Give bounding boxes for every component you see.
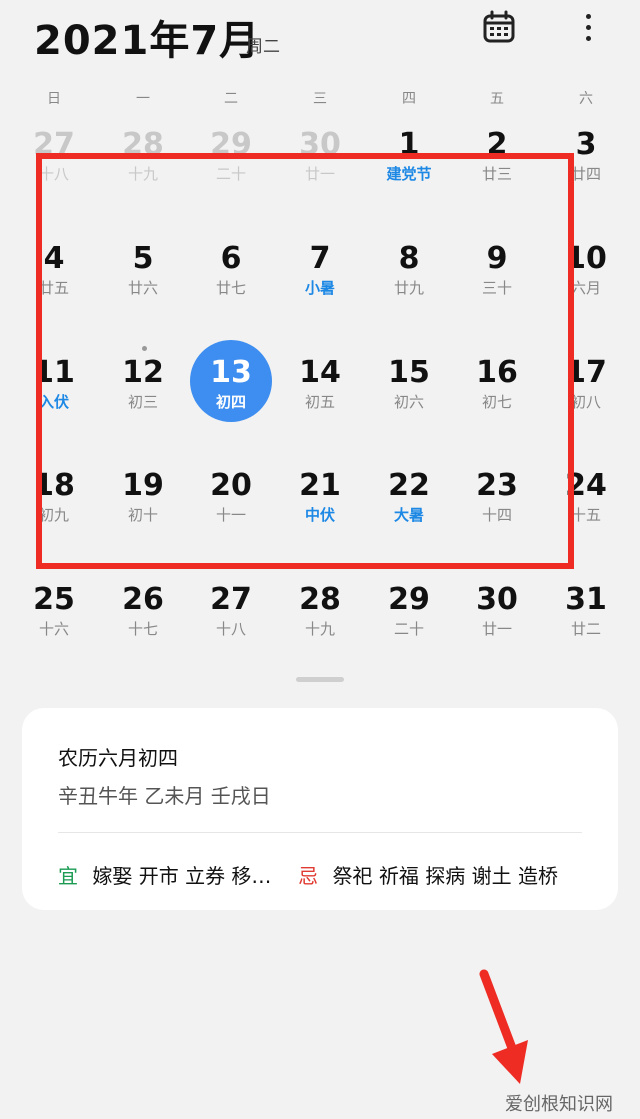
- lunar-day: 十六: [38, 620, 69, 638]
- lunar-date: 农历六月初四: [58, 746, 178, 770]
- day-cell[interactable]: 26 十七: [103, 583, 183, 663]
- lunar-day: 廿二: [570, 620, 601, 638]
- watermark: 爱创根知识网: [505, 1094, 613, 1115]
- red-arrow-icon: [479, 969, 528, 1084]
- day-number: 30: [476, 582, 518, 617]
- day-detail-card[interactable]: 农历六月初四 辛丑牛年 乙未月 壬戌日 宜 嫁娶 开市 立券 移… 忌 祭祀 祈…: [22, 708, 618, 910]
- yi-items: 嫁娶 开市 立券 移…: [92, 864, 272, 888]
- divider: [58, 832, 582, 833]
- almanac-row: 宜 嫁娶 开市 立券 移… 忌 祭祀 祈福 探病 谢土 造桥: [58, 860, 558, 889]
- day-cell[interactable]: 30 廿一: [457, 583, 537, 663]
- lunar-day: 十八: [215, 620, 246, 638]
- day-cell[interactable]: 25 十六: [14, 583, 94, 663]
- lunar-day: 十七: [127, 620, 158, 638]
- lunar-day: 二十: [393, 620, 424, 638]
- yi-label: 宜: [58, 864, 78, 888]
- day-cell[interactable]: 27 十八: [191, 583, 271, 663]
- day-number: 28: [299, 582, 341, 617]
- day-cell[interactable]: 29 二十: [369, 583, 449, 663]
- day-cell[interactable]: 28 十九: [280, 583, 360, 663]
- highlight-box: [36, 153, 574, 569]
- day-number: 27: [210, 582, 252, 617]
- drag-handle[interactable]: [296, 677, 344, 682]
- day-cell[interactable]: 31 廿二: [546, 583, 626, 663]
- day-number: 29: [388, 582, 430, 617]
- lunar-day: 十九: [304, 620, 335, 638]
- ganzhi-date: 辛丑牛年 乙未月 壬戌日: [58, 784, 271, 808]
- day-number: 31: [565, 582, 607, 617]
- lunar-day: 廿一: [481, 620, 512, 638]
- day-number: 25: [33, 582, 75, 617]
- ji-label: 忌: [298, 864, 319, 888]
- ji-items: 祭祀 祈福 探病 谢土 造桥: [332, 864, 558, 888]
- day-number: 26: [122, 582, 164, 617]
